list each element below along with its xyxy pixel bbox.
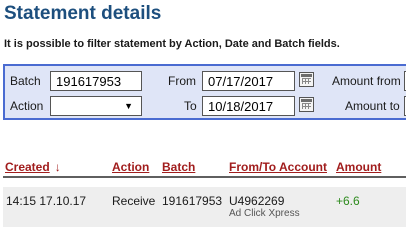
row-batch: 191617953 bbox=[162, 194, 223, 208]
row-action: Receive bbox=[112, 194, 156, 208]
action-select[interactable]: ▼ bbox=[50, 96, 142, 116]
column-created-header[interactable]: Created ↓ bbox=[5, 160, 61, 174]
from-date-input[interactable] bbox=[202, 71, 295, 91]
table-row: 14:15 17.10.17 Receive 191617953 U496226… bbox=[3, 187, 406, 227]
amount-to-label: Amount to bbox=[345, 99, 400, 113]
row-created: 14:15 17.10.17 bbox=[6, 194, 87, 208]
batch-input[interactable] bbox=[50, 71, 142, 91]
page-title: Statement details bbox=[4, 3, 162, 24]
to-date-input[interactable] bbox=[202, 96, 295, 116]
calendar-icon[interactable] bbox=[299, 97, 314, 112]
row-amount: +6.6 bbox=[336, 194, 360, 208]
to-label: To bbox=[184, 99, 197, 113]
sort-down-icon: ↓ bbox=[54, 160, 61, 174]
column-batch-header[interactable]: Batch bbox=[162, 160, 195, 174]
from-label: From bbox=[168, 74, 196, 88]
column-account-header[interactable]: From/To Account bbox=[229, 160, 327, 174]
row-account-name: Ad Click Xpress bbox=[229, 208, 300, 219]
batch-label: Batch bbox=[10, 74, 41, 88]
filter-panel: Batch From Amount from Action ▼ To Amoun… bbox=[3, 64, 406, 120]
column-amount-header[interactable]: Amount bbox=[336, 160, 381, 174]
page-subtitle: It is possible to filter statement by Ac… bbox=[4, 38, 340, 50]
action-label: Action bbox=[10, 99, 44, 113]
statement-page: Statement details It is possible to filt… bbox=[0, 0, 406, 238]
calendar-icon[interactable] bbox=[299, 72, 314, 87]
column-action-header[interactable]: Action bbox=[112, 160, 149, 174]
row-account: U4962269 bbox=[229, 194, 285, 208]
chevron-down-icon: ▼ bbox=[124, 101, 133, 111]
header-divider bbox=[3, 176, 406, 178]
amount-from-label: Amount from bbox=[332, 74, 401, 88]
